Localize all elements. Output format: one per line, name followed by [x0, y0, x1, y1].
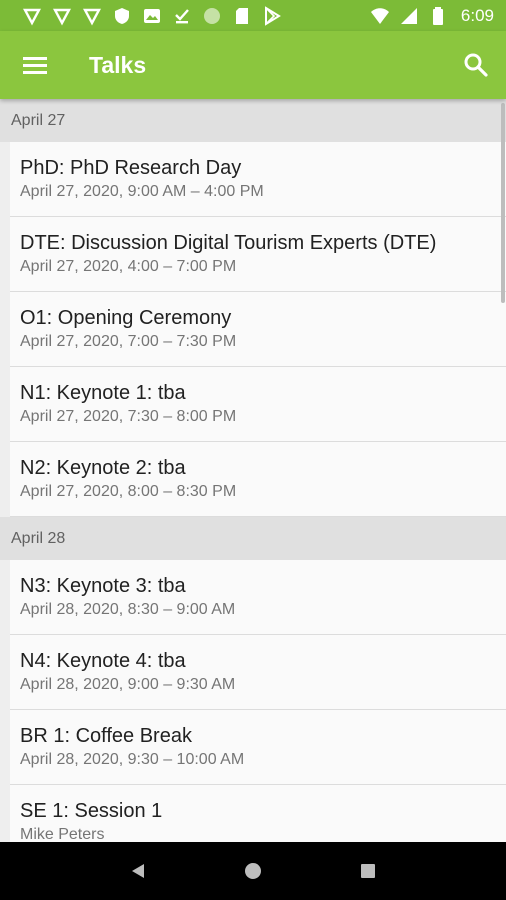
talk-title: N3: Keynote 3: tba: [20, 575, 186, 597]
circle-icon: [202, 6, 222, 26]
list-item[interactable]: N4: Keynote 4: tba April 28, 2020, 9:00 …: [10, 635, 506, 710]
back-button[interactable]: [118, 851, 158, 891]
talk-time: April 27, 2020, 7:00 – 7:30 PM: [20, 333, 237, 350]
signal-icon: [399, 6, 419, 26]
list-item[interactable]: O1: Opening Ceremony April 27, 2020, 7:0…: [10, 292, 506, 367]
download-done-icon: [172, 6, 192, 26]
talk-title: N2: Keynote 2: tba: [20, 457, 186, 479]
talk-list[interactable]: April 27 PhD: PhD Research Day April 27,…: [0, 99, 506, 842]
sd-card-icon: [232, 6, 252, 26]
notification-icon: [22, 6, 42, 26]
menu-button[interactable]: [0, 31, 70, 99]
talk-time: April 28, 2020, 8:30 – 9:00 AM: [20, 601, 236, 618]
notification-icon: [52, 6, 72, 26]
talk-time: April 27, 2020, 4:00 – 7:00 PM: [20, 258, 237, 275]
home-button[interactable]: [233, 851, 273, 891]
section-header: April 27: [0, 99, 506, 142]
talk-title: DTE: Discussion Digital Tourism Experts …: [20, 232, 437, 254]
list-item[interactable]: BR 1: Coffee Break April 28, 2020, 9:30 …: [10, 710, 506, 785]
talk-time: April 27, 2020, 8:00 – 8:30 PM: [20, 483, 237, 500]
section-header: April 28: [0, 517, 506, 560]
navigation-bar: [0, 842, 506, 900]
battery-icon: [428, 6, 448, 26]
talk-title: O1: Opening Ceremony: [20, 307, 232, 329]
list-item[interactable]: N3: Keynote 3: tba April 28, 2020, 8:30 …: [10, 560, 506, 635]
search-icon: [464, 53, 488, 77]
play-store-icon: [262, 5, 282, 26]
back-icon: [131, 864, 144, 878]
wifi-icon: [370, 6, 390, 26]
list-item[interactable]: SE 1: Session 1 Mike Peters: [10, 785, 506, 842]
notification-icon: [82, 6, 102, 26]
app-bar: Talks: [0, 31, 506, 99]
scrollbar[interactable]: [501, 103, 505, 303]
list-item[interactable]: N1: Keynote 1: tba April 27, 2020, 7:30 …: [10, 367, 506, 442]
talk-time: April 28, 2020, 9:30 – 10:00 AM: [20, 751, 245, 768]
talk-title: N1: Keynote 1: tba: [20, 382, 186, 404]
list-item[interactable]: PhD: PhD Research Day April 27, 2020, 9:…: [10, 142, 506, 217]
status-time: 6:09: [460, 5, 494, 25]
talk-title: BR 1: Coffee Break: [20, 725, 192, 747]
page-title: Talks: [89, 51, 147, 78]
status-bar: 6:09: [0, 0, 506, 31]
list-item[interactable]: DTE: Discussion Digital Tourism Experts …: [10, 217, 506, 292]
talk-title: N4: Keynote 4: tba: [20, 650, 186, 672]
talk-time: April 27, 2020, 7:30 – 8:00 PM: [20, 408, 237, 425]
talk-time: April 27, 2020, 9:00 AM – 4:00 PM: [20, 183, 264, 200]
recents-button[interactable]: [348, 851, 388, 891]
hamburger-menu-icon: [23, 57, 47, 74]
talk-title: PhD: PhD Research Day: [20, 157, 242, 179]
shield-icon: [112, 6, 132, 26]
recents-icon: [361, 864, 376, 878]
search-button[interactable]: [446, 31, 506, 99]
talk-time: April 28, 2020, 9:00 – 9:30 AM: [20, 676, 236, 693]
image-icon: [142, 6, 162, 26]
talk-speaker: Mike Peters: [20, 826, 105, 842]
list-item[interactable]: N2: Keynote 2: tba April 27, 2020, 8:00 …: [10, 442, 506, 517]
home-icon: [244, 863, 261, 879]
talk-title: SE 1: Session 1: [20, 800, 163, 822]
